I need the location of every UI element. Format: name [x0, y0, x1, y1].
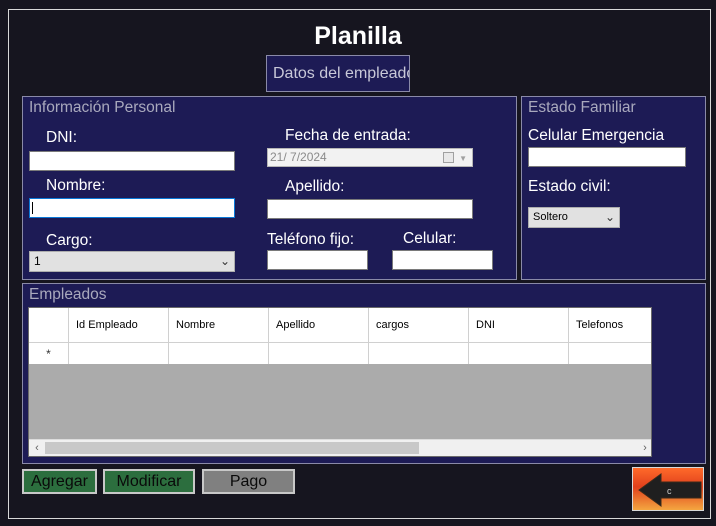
dni-label: DNI: [46, 129, 77, 146]
table-header: Id Empleado Nombre Apellido cargos DNI T… [29, 308, 651, 342]
celular-emergencia-field[interactable] [528, 147, 686, 167]
celular-label: Celular: [403, 230, 457, 247]
celular-emergencia-label: Celular Emergencia [528, 127, 665, 144]
table-cell[interactable] [269, 343, 369, 364]
table-row-new[interactable]: * [29, 342, 651, 364]
estado-familiar-title: Estado Familiar [528, 99, 636, 116]
scrollbar-thumb[interactable] [45, 442, 419, 454]
calendar-icon[interactable] [443, 152, 454, 163]
chevron-down-icon[interactable]: ⌄ [605, 208, 615, 226]
column-header[interactable]: Apellido [269, 308, 369, 342]
celular-field[interactable] [392, 250, 493, 270]
text-caret [32, 202, 33, 214]
datos-empleado-button[interactable]: Datos del empleado [266, 55, 410, 92]
back-button[interactable]: c [632, 467, 704, 511]
table-cell[interactable] [369, 343, 469, 364]
fecha-entrada-picker[interactable]: 21/ 7/2024 ▼ [267, 148, 473, 167]
informacion-personal-title: Información Personal [29, 99, 176, 116]
scroll-left-icon[interactable]: ‹ [29, 440, 45, 456]
cargo-value: 1 [34, 254, 41, 268]
column-header[interactable]: Nombre [169, 308, 269, 342]
apellido-field[interactable] [267, 199, 473, 219]
pago-button[interactable]: Pago [202, 469, 295, 494]
estado-familiar-group: Estado Familiar Celular Emergencia Estad… [521, 96, 706, 280]
cargo-select[interactable]: 1 ⌄ [29, 251, 235, 272]
telefono-fijo-label: Teléfono fijo: [267, 231, 355, 248]
dni-field[interactable] [29, 151, 235, 171]
agregar-button[interactable]: Agregar [22, 469, 97, 494]
cargo-label: Cargo: [46, 232, 93, 249]
column-header[interactable]: Id Empleado [69, 308, 169, 342]
nombre-label: Nombre: [46, 177, 106, 194]
table-cell[interactable] [469, 343, 569, 364]
chevron-down-icon[interactable]: ▼ [459, 150, 467, 167]
row-header-corner [29, 308, 69, 342]
empleados-table[interactable]: Id Empleado Nombre Apellido cargos DNI T… [28, 307, 652, 457]
apellido-label: Apellido: [285, 178, 345, 195]
telefono-fijo-field[interactable] [267, 250, 368, 270]
estado-civil-value: Soltero [533, 211, 568, 223]
informacion-personal-group: Información Personal DNI: Fecha de entra… [22, 96, 517, 280]
modificar-button[interactable]: Modificar [103, 469, 195, 494]
fecha-entrada-value: 21/ 7/2024 [270, 150, 327, 164]
column-header[interactable]: DNI [469, 308, 569, 342]
page-title: Planilla [314, 22, 402, 50]
planilla-window: Planilla Datos del empleado Información … [0, 0, 716, 526]
column-header[interactable]: cargos [369, 308, 469, 342]
horizontal-scrollbar[interactable]: ‹ › [29, 439, 651, 456]
table-cell[interactable] [569, 343, 651, 364]
back-icon-letter: c [667, 486, 672, 496]
chevron-down-icon[interactable]: ⌄ [220, 252, 230, 270]
table-cell[interactable] [69, 343, 169, 364]
new-row-marker: * [29, 343, 69, 364]
column-header[interactable]: Telefonos [569, 308, 651, 342]
nombre-field[interactable] [29, 198, 235, 218]
estado-civil-select[interactable]: Soltero ⌄ [528, 207, 620, 228]
table-cell[interactable] [169, 343, 269, 364]
back-arrow-icon: c [638, 473, 702, 507]
fecha-entrada-label: Fecha de entrada: [285, 127, 411, 144]
scroll-right-icon[interactable]: › [637, 440, 651, 456]
empleados-title: Empleados [29, 286, 107, 303]
estado-civil-label: Estado civil: [528, 178, 611, 195]
